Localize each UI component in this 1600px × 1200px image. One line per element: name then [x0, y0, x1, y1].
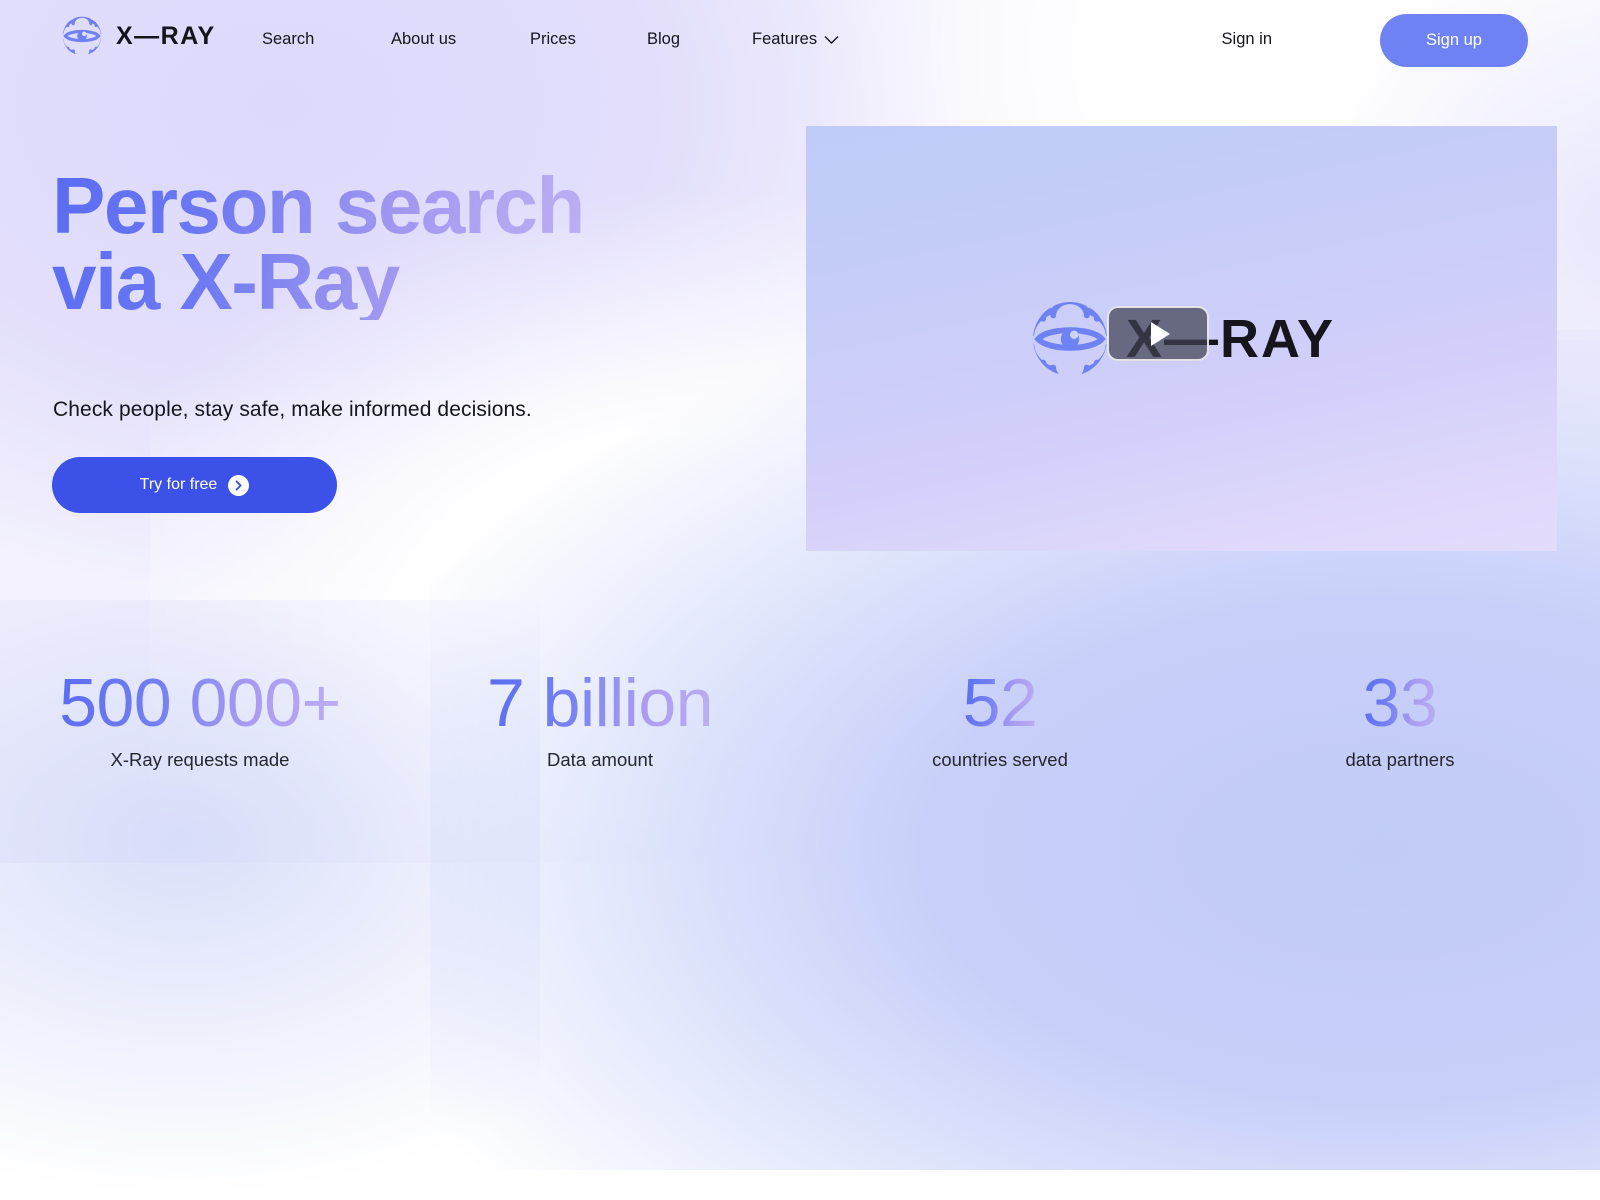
nav-item-about-us[interactable]: About us	[391, 30, 456, 49]
landing-page: X—RAY Search About us Prices Blog Featur…	[0, 0, 1600, 863]
stat-value: 7 billion	[486, 665, 714, 741]
stat-item: 33 data partners	[1200, 665, 1600, 808]
brand-wordmark: X—RAY	[116, 21, 216, 50]
xray-eye-fingerprint-icon	[1032, 301, 1107, 376]
try-for-free-button[interactable]: Try for free	[52, 457, 337, 513]
stat-value: 33	[1362, 665, 1438, 741]
stat-label: Data amount	[547, 749, 653, 771]
stat-item: 500 000+ X-Ray requests made	[0, 665, 400, 808]
brand-logo-link[interactable]: X—RAY	[60, 14, 216, 58]
nav-item-features[interactable]: Features	[752, 30, 839, 49]
nav-label: Search	[262, 30, 315, 48]
site-header: X—RAY Search About us Prices Blog Featur…	[0, 0, 1600, 80]
stat-value: 52	[962, 665, 1038, 741]
chevron-down-icon	[824, 35, 839, 44]
stat-item: 7 billion Data amount	[400, 665, 800, 808]
hero-subtitle: Check people, stay safe, make informed d…	[53, 398, 532, 421]
xray-eye-fingerprint-icon	[62, 16, 102, 56]
nav-label: About us	[391, 30, 457, 48]
stat-value: 500 000+	[59, 665, 341, 741]
stat-item: 52 countries served	[800, 665, 1200, 808]
sign-up-label: Sign up	[1426, 31, 1482, 49]
sign-in-link[interactable]: Sign in	[1222, 30, 1272, 49]
stats-row: 500 000+ X-Ray requests made 7 billion D…	[0, 665, 1600, 808]
nav-item-prices[interactable]: Prices	[530, 30, 576, 49]
stat-label: data partners	[1345, 749, 1455, 771]
cta-label: Try for free	[139, 476, 218, 493]
chevron-right-circle-icon	[228, 474, 250, 496]
hero-headline: Person search via X-Ray	[52, 161, 585, 326]
stat-label: countries served	[932, 749, 1068, 771]
nav-item-search[interactable]: Search	[262, 30, 314, 49]
nav-item-blog[interactable]: Blog	[647, 30, 680, 49]
nav-label: Blog	[647, 30, 681, 48]
stat-label: X-Ray requests made	[110, 749, 290, 771]
play-triangle-icon	[1150, 321, 1170, 346]
nav-label: Features	[752, 30, 818, 48]
video-play-button[interactable]	[1107, 306, 1209, 361]
sign-up-button[interactable]: Sign up	[1380, 14, 1528, 67]
nav-label: Prices	[530, 30, 576, 48]
